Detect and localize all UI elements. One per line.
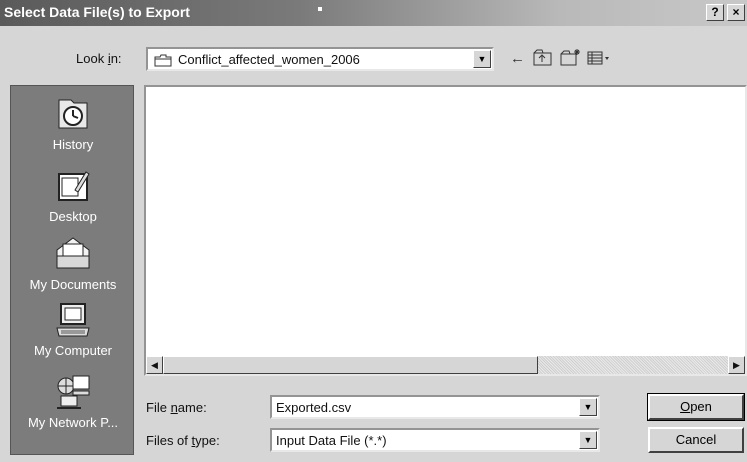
filename-field[interactable]: Exported.csv ▼ <box>270 395 600 419</box>
scroll-left-icon[interactable]: ◀ <box>146 356 163 374</box>
scroll-right-icon[interactable]: ▶ <box>728 356 745 374</box>
documents-icon <box>53 234 93 274</box>
help-button[interactable]: ? <box>706 4 724 21</box>
filename-value: Exported.csv <box>276 400 352 415</box>
place-my-documents[interactable]: My Documents <box>11 234 135 292</box>
network-icon <box>53 372 93 412</box>
file-list[interactable]: ◀ ▶ <box>144 85 747 376</box>
computer-icon <box>53 300 93 340</box>
close-button[interactable]: × <box>727 4 745 21</box>
scrollbar-thumb[interactable] <box>163 356 538 374</box>
place-my-network[interactable]: My Network P... <box>11 372 135 430</box>
title-bar-dot <box>318 7 322 11</box>
desktop-icon <box>53 166 93 206</box>
places-bar: History Desktop My Documents My Computer… <box>10 85 134 455</box>
filetype-dropdown[interactable]: Input Data File (*.*) ▼ <box>270 428 600 452</box>
new-folder-icon[interactable] <box>560 48 582 70</box>
filename-label: File name: <box>146 400 207 415</box>
place-label: My Documents <box>29 277 117 292</box>
back-icon[interactable]: ← <box>510 50 525 67</box>
lookin-value: Conflict_affected_women_2006 <box>178 52 360 67</box>
filetype-label: Files of type: <box>146 433 220 448</box>
chevron-down-icon[interactable]: ▼ <box>579 398 597 416</box>
chevron-down-icon[interactable]: ▼ <box>579 431 597 449</box>
place-label: My Computer <box>33 343 113 358</box>
horizontal-scrollbar[interactable]: ◀ ▶ <box>146 356 745 374</box>
folder-icon <box>154 54 172 70</box>
lookin-label: Look in: <box>76 51 122 66</box>
views-menu-icon[interactable] <box>587 50 613 70</box>
history-icon <box>53 94 93 134</box>
place-label: History <box>52 137 94 152</box>
place-history[interactable]: History <box>11 94 135 152</box>
cancel-button[interactable]: Cancel <box>648 427 744 453</box>
window-title: Select Data File(s) to Export <box>4 4 190 20</box>
title-bar[interactable]: Select Data File(s) to Export ? × <box>0 0 747 26</box>
open-button[interactable]: Open <box>647 393 745 421</box>
place-label: My Network P... <box>27 415 119 430</box>
place-label: Desktop <box>49 209 97 224</box>
chevron-down-icon[interactable]: ▼ <box>473 50 491 68</box>
filetype-value: Input Data File (*.*) <box>276 433 387 448</box>
up-folder-icon[interactable] <box>533 49 553 70</box>
place-my-computer[interactable]: My Computer <box>11 300 135 358</box>
place-desktop[interactable]: Desktop <box>11 166 135 224</box>
lookin-dropdown[interactable]: Conflict_affected_women_2006 ▼ <box>146 47 494 71</box>
